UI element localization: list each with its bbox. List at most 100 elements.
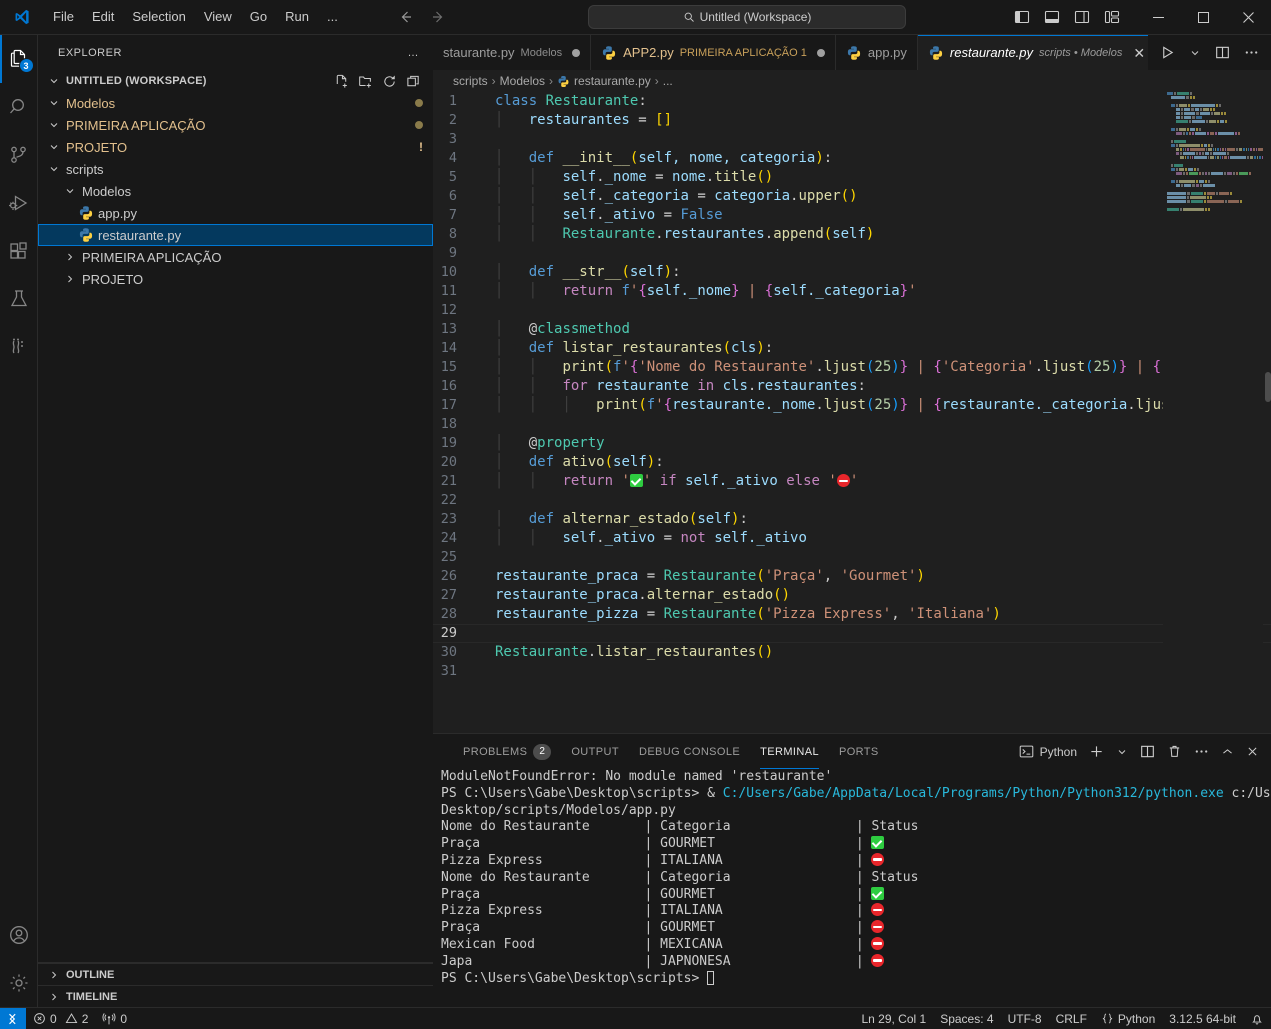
breadcrumb[interactable]: scripts › Modelos › restaurante.py › ... — [433, 70, 1271, 92]
tree-item-modelos[interactable]: Modelos — [38, 92, 433, 114]
chevron-down-icon[interactable] — [1189, 47, 1201, 59]
editor-tab-restaurante-py[interactable]: restaurante.py scripts • Modelos ✕ — [917, 35, 1148, 70]
tree-item-scripts[interactable]: scripts — [38, 158, 433, 180]
code-line[interactable]: 24 │ │ self._ativo = not self._ativo — [433, 529, 1271, 548]
activity-run-debug-icon[interactable] — [0, 179, 38, 227]
panel-tab-problems[interactable]: PROBLEMS 2 — [453, 734, 561, 769]
code-line[interactable]: 10 │ def __str__(self): — [433, 263, 1271, 282]
new-file-icon[interactable] — [334, 74, 349, 89]
panel-more-actions-icon[interactable] — [1194, 744, 1209, 759]
status-encoding[interactable]: UTF-8 — [1001, 1008, 1049, 1029]
tree-item-primeira-aplica-o[interactable]: PRIMEIRA APLICAÇÃO — [38, 246, 433, 268]
close-window-button[interactable] — [1226, 0, 1271, 35]
panel-tab-output[interactable]: OUTPUT — [561, 734, 629, 769]
menu-file[interactable]: File — [44, 5, 83, 29]
code-line[interactable]: 27 restaurante_praca.alternar_estado() — [433, 586, 1271, 605]
status-language-mode[interactable]: Python — [1094, 1008, 1162, 1029]
code-line[interactable]: 15 │ │ print(f'{'Nome do Restaurante'.lju… — [433, 358, 1271, 377]
code-line[interactable]: 2 │ restaurantes = [] — [433, 111, 1271, 130]
maximize-button[interactable] — [1181, 0, 1226, 35]
new-folder-icon[interactable] — [358, 74, 373, 89]
scrollbar-thumb[interactable] — [1265, 372, 1271, 402]
code-line[interactable]: 14 │ def listar_restaurantes(cls): — [433, 339, 1271, 358]
tree-item-restaurante-py[interactable]: restaurante.py — [38, 224, 433, 246]
tab-unsaved-dot[interactable] — [816, 48, 825, 57]
tree-item-modelos[interactable]: Modelos — [38, 180, 433, 202]
code-line[interactable]: 12 — [433, 301, 1271, 320]
split-editor-right-icon[interactable] — [1215, 45, 1230, 60]
code-line[interactable]: 4 │ def __init__(self, nome, categoria): — [433, 149, 1271, 168]
menu-bar[interactable]: File Edit Selection View Go Run ... — [44, 5, 347, 29]
editor-minimap[interactable] — [1163, 92, 1263, 733]
activity-explorer-icon[interactable]: 3 — [0, 35, 38, 83]
menu-view[interactable]: View — [195, 5, 241, 29]
status-python-interpreter[interactable]: 3.12.5 64-bit — [1162, 1008, 1243, 1029]
run-python-file-icon[interactable] — [1160, 45, 1175, 60]
code-line[interactable]: 30 Restaurante.listar_restaurantes() — [433, 643, 1271, 662]
breadcrumb-item-modelos[interactable]: Modelos — [500, 74, 545, 88]
new-terminal-icon[interactable] — [1089, 744, 1104, 759]
code-line[interactable]: 25 — [433, 548, 1271, 567]
panel-tab-ports[interactable]: PORTS — [829, 734, 889, 769]
minimize-button[interactable] — [1136, 0, 1181, 35]
command-center-search[interactable]: Untitled (Workspace) — [588, 5, 906, 29]
editor-tabs[interactable]: staurante.py Modelos APP2.py PRIMEIRA APLIC… — [433, 35, 1148, 70]
timeline-section-header[interactable]: TIMELINE — [38, 985, 433, 1007]
code-line[interactable]: 18 — [433, 415, 1271, 434]
editor-more-actions-icon[interactable] — [1244, 45, 1259, 60]
activity-extensions-icon[interactable] — [0, 227, 38, 275]
back-arrow-icon[interactable] — [395, 6, 417, 28]
kill-terminal-icon[interactable] — [1167, 744, 1182, 759]
code-line[interactable]: 28 restaurante_pizza = Restaurante('Pizza… — [433, 605, 1271, 624]
status-cursor-position[interactable]: Ln 29, Col 1 — [854, 1008, 933, 1029]
activity-search-icon[interactable] — [0, 83, 38, 131]
tab-close-icon[interactable]: ✕ — [1132, 46, 1146, 60]
tree-item-projeto[interactable]: PROJETO! — [38, 136, 433, 158]
code-editor[interactable]: 1 class Restaurante: 2 │ restaurantes = [] 3… — [433, 92, 1271, 733]
code-line[interactable]: 7 │ │ self._ativo = False — [433, 206, 1271, 225]
terminal-output[interactable]: ModuleNotFoundError: No module named 're… — [433, 769, 1271, 1007]
menu-edit[interactable]: Edit — [83, 5, 123, 29]
chevron-down-icon[interactable] — [1116, 746, 1128, 758]
maximize-panel-icon[interactable] — [1221, 745, 1234, 758]
tree-item-projeto[interactable]: PROJETO — [38, 268, 433, 290]
activity-remote-explorer-icon[interactable] — [0, 323, 38, 371]
code-line[interactable]: 8 │ │ Restaurante.restaurantes.append(sel… — [433, 225, 1271, 244]
menu-run[interactable]: Run — [276, 5, 318, 29]
breadcrumb-item-symbols[interactable]: ... — [663, 74, 673, 88]
code-line[interactable]: 9 — [433, 244, 1271, 263]
code-line[interactable]: 3 — [433, 130, 1271, 149]
workspace-section-header[interactable]: UNTITLED (WORKSPACE) — [38, 70, 433, 92]
close-panel-icon[interactable] — [1246, 745, 1259, 758]
tree-item-primeira-aplica-o[interactable]: PRIMEIRA APLICAÇÃO — [38, 114, 433, 136]
menu-more[interactable]: ... — [318, 5, 347, 29]
editor-vertical-scrollbar[interactable] — [1263, 92, 1271, 733]
file-tree[interactable]: Modelos PRIMEIRA APLICAÇÃO PROJETO! scripts… — [38, 92, 433, 962]
breadcrumb-item-file[interactable]: restaurante.py — [574, 74, 651, 88]
code-line[interactable]: 5 │ │ self._nome = nome.title() — [433, 168, 1271, 187]
split-terminal-icon[interactable] — [1140, 744, 1155, 759]
collapse-folders-icon[interactable] — [406, 74, 421, 89]
code-line[interactable]: 29 — [433, 624, 1271, 643]
code-line[interactable]: 23 │ def alternar_estado(self): — [433, 510, 1271, 529]
code-line[interactable]: 22 — [433, 491, 1271, 510]
menu-go[interactable]: Go — [241, 5, 276, 29]
code-line[interactable]: 16 │ │ for restaurante in cls.restaurante… — [433, 377, 1271, 396]
code-line[interactable]: 11 │ │ return f'{self._nome} | {self._cat… — [433, 282, 1271, 301]
code-line[interactable]: 13 │ @classmethod — [433, 320, 1271, 339]
panel-tab-debug-console[interactable]: DEBUG CONSOLE — [629, 734, 750, 769]
status-notifications-bell-icon[interactable] — [1243, 1008, 1271, 1029]
code-line[interactable]: 26 restaurante_praca = Restaurante('Praça… — [433, 567, 1271, 586]
toggle-secondary-sidebar-icon[interactable] — [1074, 9, 1090, 25]
terminal-shell-selector[interactable]: Python — [1019, 744, 1077, 759]
customize-layout-icon[interactable] — [1104, 9, 1120, 25]
editor-tab-app-py[interactable]: app.py — [835, 35, 918, 70]
status-eol[interactable]: CRLF — [1049, 1008, 1094, 1029]
code-line[interactable]: 20 │ def ativo(self): — [433, 453, 1271, 472]
tree-item-app-py[interactable]: app.py — [38, 202, 433, 224]
toggle-panel-icon[interactable] — [1044, 9, 1060, 25]
tab-unsaved-dot[interactable] — [572, 48, 581, 57]
refresh-explorer-icon[interactable] — [382, 74, 397, 89]
remote-window-indicator[interactable] — [0, 1007, 26, 1029]
status-ports[interactable]: 0 — [95, 1008, 134, 1029]
